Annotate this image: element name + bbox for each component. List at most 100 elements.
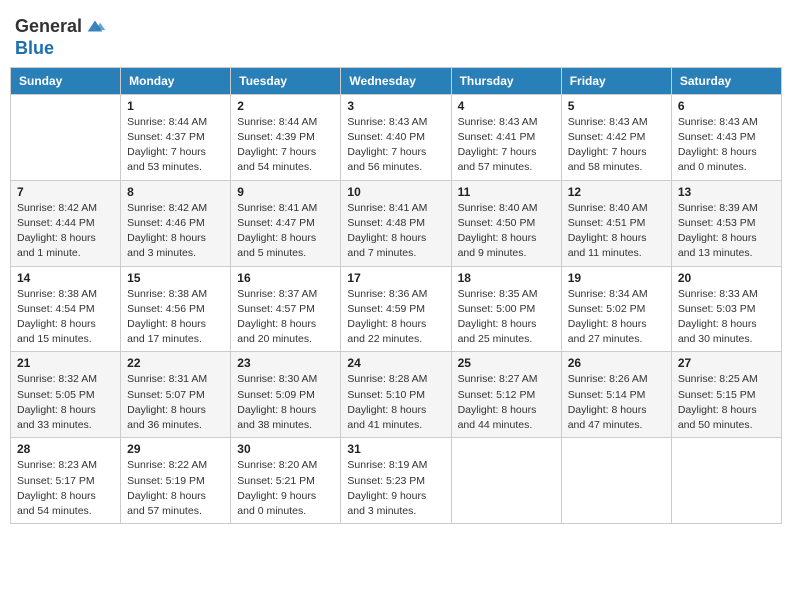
day-number: 11	[458, 185, 555, 199]
calendar-cell: 10Sunrise: 8:41 AMSunset: 4:48 PMDayligh…	[341, 180, 451, 266]
calendar-week-3: 14Sunrise: 8:38 AMSunset: 4:54 PMDayligh…	[11, 266, 782, 352]
day-info: Sunrise: 8:23 AMSunset: 5:17 PMDaylight:…	[17, 458, 114, 519]
calendar-cell: 25 Sunrise: 8:27 AMSunset: 5:12 PMDayligh…	[451, 352, 561, 438]
calendar-cell	[671, 438, 781, 524]
calendar-cell: 7 Sunrise: 8:42 AMSunset: 4:44 PMDaylight…	[11, 180, 121, 266]
calendar-cell: 4 Sunrise: 8:43 AMSunset: 4:41 PMDaylight…	[451, 94, 561, 180]
calendar-cell: 11 Sunrise: 8:40 AMSunset: 4:50 PMDayligh…	[451, 180, 561, 266]
day-number: 29	[127, 442, 224, 456]
column-header-saturday: Saturday	[671, 67, 781, 94]
day-info: Sunrise: 8:34 AMSunset: 5:02 PMDaylight:…	[568, 287, 665, 348]
column-header-sunday: Sunday	[11, 67, 121, 94]
day-number: 13	[678, 185, 775, 199]
day-info: Sunrise: 8:43 AMSunset: 4:42 PMDaylight:…	[568, 115, 665, 176]
day-info: Sunrise: 8:31 AMSunset: 5:07 PMDaylight:…	[127, 372, 224, 433]
day-info: Sunrise: 8:39 AMSunset: 4:53 PMDaylight:…	[678, 201, 775, 262]
calendar-cell: 29 Sunrise: 8:22 AMSunset: 5:19 PMDayligh…	[121, 438, 231, 524]
column-header-thursday: Thursday	[451, 67, 561, 94]
day-info: Sunrise: 8:40 AMSunset: 4:51 PMDaylight:…	[568, 201, 665, 262]
calendar-cell: 27 Sunrise: 8:25 AMSunset: 5:15 PMDayligh…	[671, 352, 781, 438]
day-info: Sunrise: 8:42 AMSunset: 4:44 PMDaylight:…	[17, 201, 114, 262]
calendar-cell: 1Sunrise: 8:44 AMSunset: 4:37 PMDaylight…	[121, 94, 231, 180]
calendar-week-2: 7 Sunrise: 8:42 AMSunset: 4:44 PMDaylight…	[11, 180, 782, 266]
calendar-cell: 5 Sunrise: 8:43 AMSunset: 4:42 PMDaylight…	[561, 94, 671, 180]
day-info: Sunrise: 8:27 AMSunset: 5:12 PMDaylight:…	[458, 372, 555, 433]
day-number: 9	[237, 185, 334, 199]
calendar-cell: 23Sunrise: 8:30 AMSunset: 5:09 PMDayligh…	[231, 352, 341, 438]
calendar-header-row: SundayMondayTuesdayWednesdayThursdayFrid…	[11, 67, 782, 94]
day-info: Sunrise: 8:26 AMSunset: 5:14 PMDaylight:…	[568, 372, 665, 433]
day-info: Sunrise: 8:30 AMSunset: 5:09 PMDaylight:…	[237, 372, 334, 433]
logo-text-general: General	[15, 17, 82, 37]
day-info: Sunrise: 8:44 AMSunset: 4:39 PMDaylight:…	[237, 115, 334, 176]
day-info: Sunrise: 8:32 AMSunset: 5:05 PMDaylight:…	[17, 372, 114, 433]
day-number: 12	[568, 185, 665, 199]
day-number: 5	[568, 99, 665, 113]
day-info: Sunrise: 8:38 AMSunset: 4:56 PMDaylight:…	[127, 287, 224, 348]
day-info: Sunrise: 8:43 AMSunset: 4:40 PMDaylight:…	[347, 115, 444, 176]
day-number: 3	[347, 99, 444, 113]
day-info: Sunrise: 8:40 AMSunset: 4:50 PMDaylight:…	[458, 201, 555, 262]
calendar-cell: 15 Sunrise: 8:38 AMSunset: 4:56 PMDayligh…	[121, 266, 231, 352]
calendar-cell: 30 Sunrise: 8:20 AMSunset: 5:21 PMDayligh…	[231, 438, 341, 524]
day-info: Sunrise: 8:22 AMSunset: 5:19 PMDaylight:…	[127, 458, 224, 519]
calendar-cell: 20 Sunrise: 8:33 AMSunset: 5:03 PMDayligh…	[671, 266, 781, 352]
calendar-cell	[11, 94, 121, 180]
calendar-cell: 13 Sunrise: 8:39 AMSunset: 4:53 PMDayligh…	[671, 180, 781, 266]
column-header-monday: Monday	[121, 67, 231, 94]
column-header-friday: Friday	[561, 67, 671, 94]
day-info: Sunrise: 8:43 AMSunset: 4:43 PMDaylight:…	[678, 115, 775, 176]
calendar-table: SundayMondayTuesdayWednesdayThursdayFrid…	[10, 67, 782, 524]
day-number: 20	[678, 271, 775, 285]
day-number: 28	[17, 442, 114, 456]
day-number: 26	[568, 356, 665, 370]
day-number: 25	[458, 356, 555, 370]
calendar-week-4: 21 Sunrise: 8:32 AMSunset: 5:05 PMDayligh…	[11, 352, 782, 438]
calendar-cell: 31Sunrise: 8:19 AMSunset: 5:23 PMDayligh…	[341, 438, 451, 524]
day-number: 4	[458, 99, 555, 113]
calendar-week-5: 28 Sunrise: 8:23 AMSunset: 5:17 PMDayligh…	[11, 438, 782, 524]
calendar-cell: 8Sunrise: 8:42 AMSunset: 4:46 PMDaylight…	[121, 180, 231, 266]
logo: General Blue	[15, 15, 106, 59]
day-number: 18	[458, 271, 555, 285]
day-info: Sunrise: 8:37 AMSunset: 4:57 PMDaylight:…	[237, 287, 334, 348]
day-number: 8	[127, 185, 224, 199]
calendar-cell	[561, 438, 671, 524]
day-info: Sunrise: 8:43 AMSunset: 4:41 PMDaylight:…	[458, 115, 555, 176]
page-header: General Blue	[10, 10, 782, 59]
calendar-cell: 9 Sunrise: 8:41 AMSunset: 4:47 PMDaylight…	[231, 180, 341, 266]
day-info: Sunrise: 8:20 AMSunset: 5:21 PMDaylight:…	[237, 458, 334, 519]
column-header-wednesday: Wednesday	[341, 67, 451, 94]
day-number: 19	[568, 271, 665, 285]
day-number: 21	[17, 356, 114, 370]
day-info: Sunrise: 8:36 AMSunset: 4:59 PMDaylight:…	[347, 287, 444, 348]
calendar-cell: 28 Sunrise: 8:23 AMSunset: 5:17 PMDayligh…	[11, 438, 121, 524]
calendar-cell: 18 Sunrise: 8:35 AMSunset: 5:00 PMDayligh…	[451, 266, 561, 352]
day-info: Sunrise: 8:35 AMSunset: 5:00 PMDaylight:…	[458, 287, 555, 348]
day-info: Sunrise: 8:38 AMSunset: 4:54 PMDaylight:…	[17, 287, 114, 348]
day-info: Sunrise: 8:33 AMSunset: 5:03 PMDaylight:…	[678, 287, 775, 348]
day-number: 31	[347, 442, 444, 456]
calendar-cell: 16 Sunrise: 8:37 AMSunset: 4:57 PMDayligh…	[231, 266, 341, 352]
logo-icon	[84, 15, 106, 37]
day-number: 30	[237, 442, 334, 456]
day-number: 6	[678, 99, 775, 113]
day-number: 7	[17, 185, 114, 199]
calendar-cell: 14Sunrise: 8:38 AMSunset: 4:54 PMDayligh…	[11, 266, 121, 352]
calendar-cell: 24Sunrise: 8:28 AMSunset: 5:10 PMDayligh…	[341, 352, 451, 438]
day-number: 27	[678, 356, 775, 370]
calendar-cell: 22 Sunrise: 8:31 AMSunset: 5:07 PMDayligh…	[121, 352, 231, 438]
day-info: Sunrise: 8:41 AMSunset: 4:48 PMDaylight:…	[347, 201, 444, 262]
calendar-cell: 26 Sunrise: 8:26 AMSunset: 5:14 PMDayligh…	[561, 352, 671, 438]
calendar-cell: 21 Sunrise: 8:32 AMSunset: 5:05 PMDayligh…	[11, 352, 121, 438]
day-number: 15	[127, 271, 224, 285]
day-info: Sunrise: 8:25 AMSunset: 5:15 PMDaylight:…	[678, 372, 775, 433]
day-number: 16	[237, 271, 334, 285]
calendar-cell: 19 Sunrise: 8:34 AMSunset: 5:02 PMDayligh…	[561, 266, 671, 352]
day-number: 22	[127, 356, 224, 370]
day-info: Sunrise: 8:41 AMSunset: 4:47 PMDaylight:…	[237, 201, 334, 262]
column-header-tuesday: Tuesday	[231, 67, 341, 94]
calendar-cell: 3 Sunrise: 8:43 AMSunset: 4:40 PMDaylight…	[341, 94, 451, 180]
day-info: Sunrise: 8:28 AMSunset: 5:10 PMDaylight:…	[347, 372, 444, 433]
calendar-cell: 17Sunrise: 8:36 AMSunset: 4:59 PMDayligh…	[341, 266, 451, 352]
